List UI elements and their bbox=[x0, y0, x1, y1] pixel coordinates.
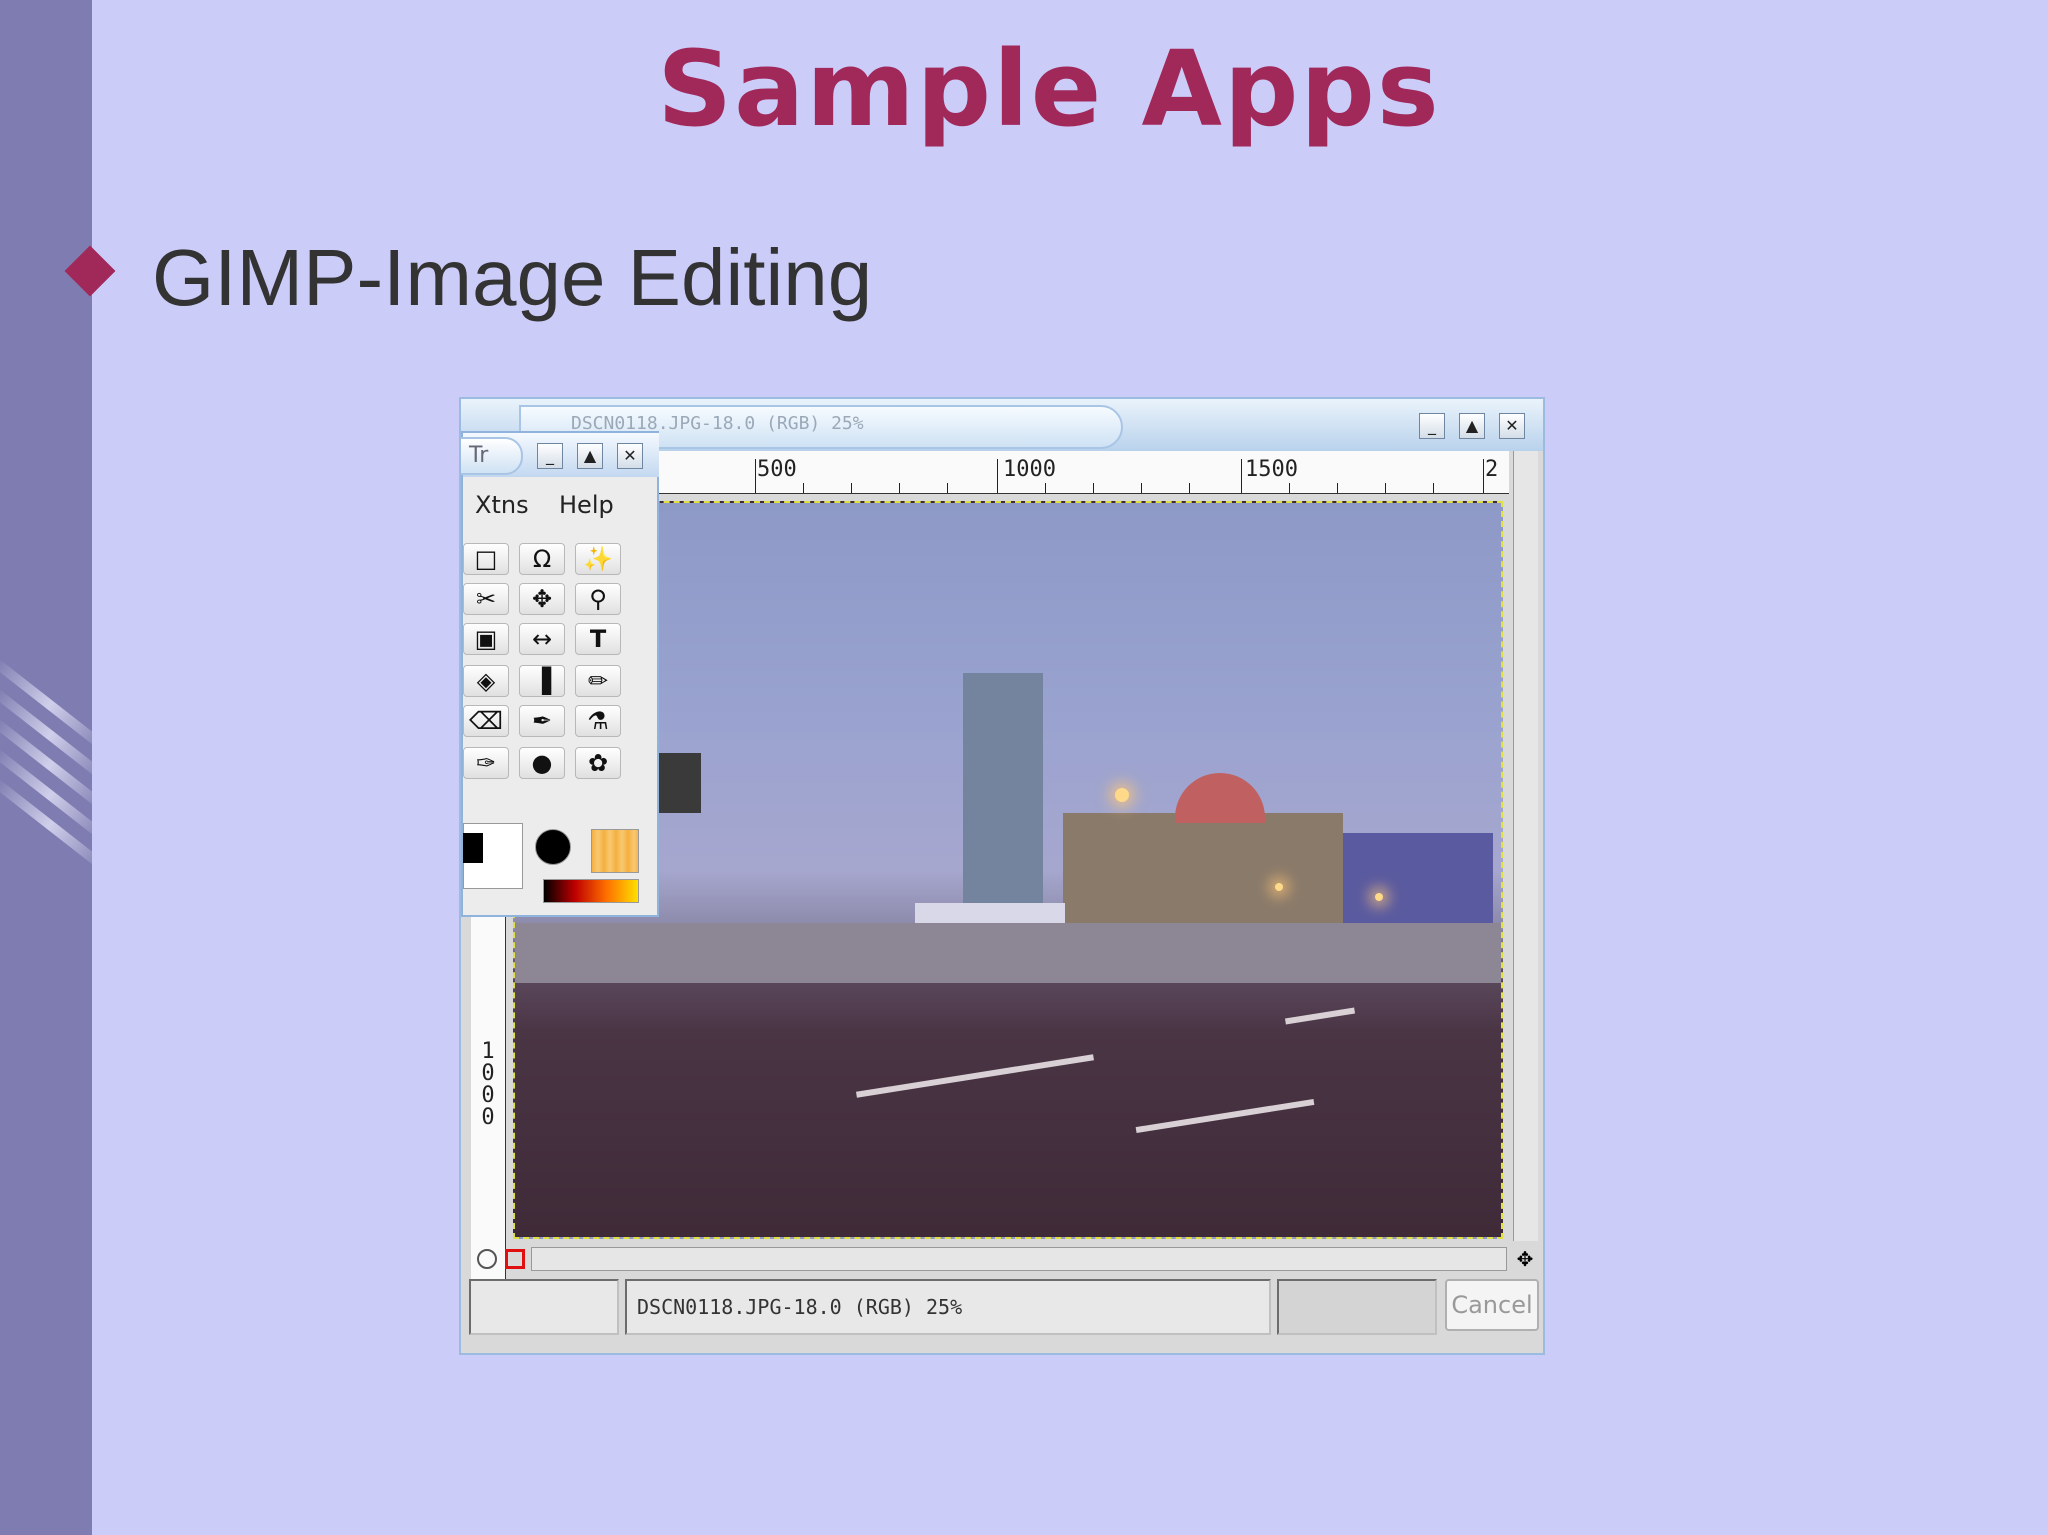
ruler-tick bbox=[947, 483, 948, 493]
ruler-tick bbox=[997, 459, 998, 493]
close-icon[interactable]: ✕ bbox=[1499, 413, 1525, 439]
toolbox-tab[interactable]: Tr bbox=[461, 437, 523, 475]
ruler-label: 2 bbox=[1485, 457, 1499, 482]
ruler-v-label: 1000 bbox=[481, 1039, 495, 1130]
maximize-icon[interactable]: ▲ bbox=[1459, 413, 1485, 439]
menu-xtns[interactable]: Xtns bbox=[475, 491, 529, 519]
airbrush-icon[interactable]: ✒ bbox=[519, 705, 565, 737]
slide-sidebar bbox=[0, 0, 92, 1535]
ruler-tick bbox=[1093, 483, 1094, 493]
ruler-tick bbox=[1337, 483, 1338, 493]
quick-mask-icon[interactable] bbox=[477, 1249, 497, 1269]
toolbox-window: Tr _ ▲ ✕ Xtns Help □ Ω ✨ ✂ ✥ ⚲ ▣ ↔ T ◈ ▐… bbox=[461, 431, 659, 917]
cancel-button[interactable]: Cancel bbox=[1445, 1279, 1539, 1331]
mask-toggle-icon[interactable] bbox=[505, 1249, 525, 1269]
bullet-text: GIMP-Image Editing bbox=[152, 233, 873, 322]
bucket-fill-icon[interactable]: ◈ bbox=[463, 665, 509, 697]
vertical-scrollbar[interactable] bbox=[1513, 451, 1538, 1241]
ruler-tick bbox=[1141, 483, 1142, 493]
maximize-icon[interactable]: ▲ bbox=[577, 443, 603, 469]
ruler-tick bbox=[1045, 483, 1046, 493]
status-bar: DSCN0118.JPG-18.0 (RGB) 25% Cancel bbox=[469, 1279, 1539, 1339]
brush-icon[interactable] bbox=[535, 829, 571, 865]
eraser-icon[interactable]: ⌫ bbox=[463, 705, 509, 737]
street-light bbox=[1115, 788, 1129, 802]
navigate-icon[interactable]: ✥ bbox=[1515, 1249, 1535, 1269]
minimize-icon[interactable]: _ bbox=[1419, 413, 1445, 439]
ruler-tick bbox=[1433, 483, 1434, 493]
menu-help[interactable]: Help bbox=[559, 491, 614, 519]
horizontal-scrollbar[interactable] bbox=[531, 1247, 1507, 1271]
clone-icon[interactable]: ⚗ bbox=[575, 705, 621, 737]
status-text: DSCN0118.JPG-18.0 (RGB) 25% bbox=[637, 1295, 963, 1319]
ruler-tick bbox=[1189, 483, 1190, 493]
crop-icon[interactable]: ▣ bbox=[463, 623, 509, 655]
flip-icon[interactable]: ↔ bbox=[519, 623, 565, 655]
ruler-tick bbox=[1483, 459, 1484, 493]
ruler-label: 1500 bbox=[1245, 457, 1298, 482]
smudge-icon[interactable]: ✑ bbox=[463, 747, 509, 779]
ruler-tick bbox=[1385, 483, 1386, 493]
progress-box bbox=[1277, 1279, 1437, 1335]
foreground-color-swatch[interactable] bbox=[463, 833, 483, 863]
street-light bbox=[1275, 883, 1283, 891]
ruler-label: 500 bbox=[757, 457, 797, 482]
blend-icon[interactable]: ▐ bbox=[519, 665, 565, 697]
road-line bbox=[1284, 1007, 1356, 1025]
ruler-tick bbox=[803, 483, 804, 493]
road-line bbox=[1135, 1098, 1315, 1134]
zoom-icon[interactable]: ⚲ bbox=[575, 583, 621, 615]
fuzzy-select-icon[interactable]: ✨ bbox=[575, 543, 621, 575]
pattern-icon[interactable] bbox=[591, 829, 639, 873]
photo-canvas[interactable] bbox=[513, 501, 1503, 1239]
move-icon[interactable]: ✥ bbox=[519, 583, 565, 615]
toolbox-tab-label: Tr bbox=[469, 443, 489, 468]
ruler-tick bbox=[1241, 459, 1242, 493]
ruler-tick bbox=[755, 459, 756, 493]
ruler-tick bbox=[851, 483, 852, 493]
lasso-icon[interactable]: Ω bbox=[519, 543, 565, 575]
ruler-tick bbox=[899, 483, 900, 493]
street-light bbox=[1375, 893, 1383, 901]
dome bbox=[1175, 773, 1265, 823]
pencil-icon[interactable]: ✏ bbox=[575, 665, 621, 697]
slide-title: Sample Apps bbox=[657, 28, 1441, 150]
tower-building bbox=[963, 673, 1043, 913]
toolbox-titlebar[interactable]: Tr _ ▲ ✕ bbox=[461, 433, 659, 477]
scissors-icon[interactable]: ✂ bbox=[463, 583, 509, 615]
rect-select-icon[interactable]: □ bbox=[463, 543, 509, 575]
minimize-icon[interactable]: _ bbox=[537, 443, 563, 469]
status-cursor-box bbox=[469, 1279, 619, 1335]
gimp-screenshot: DSCN0118.JPG-18.0 (RGB) 25% _ ▲ ✕ 500 10… bbox=[459, 397, 1545, 1355]
text-icon[interactable]: T bbox=[575, 623, 621, 655]
ruler-label: 1000 bbox=[1003, 457, 1056, 482]
close-icon[interactable]: ✕ bbox=[617, 443, 643, 469]
road-line bbox=[856, 1054, 1094, 1098]
convolve-icon[interactable]: ✿ bbox=[575, 747, 621, 779]
gradient-icon[interactable] bbox=[543, 879, 639, 903]
status-message-box: DSCN0118.JPG-18.0 (RGB) 25% bbox=[625, 1279, 1271, 1335]
wall bbox=[515, 923, 1501, 983]
ruler-tick bbox=[1289, 483, 1290, 493]
dodge-icon[interactable]: ● bbox=[519, 747, 565, 779]
